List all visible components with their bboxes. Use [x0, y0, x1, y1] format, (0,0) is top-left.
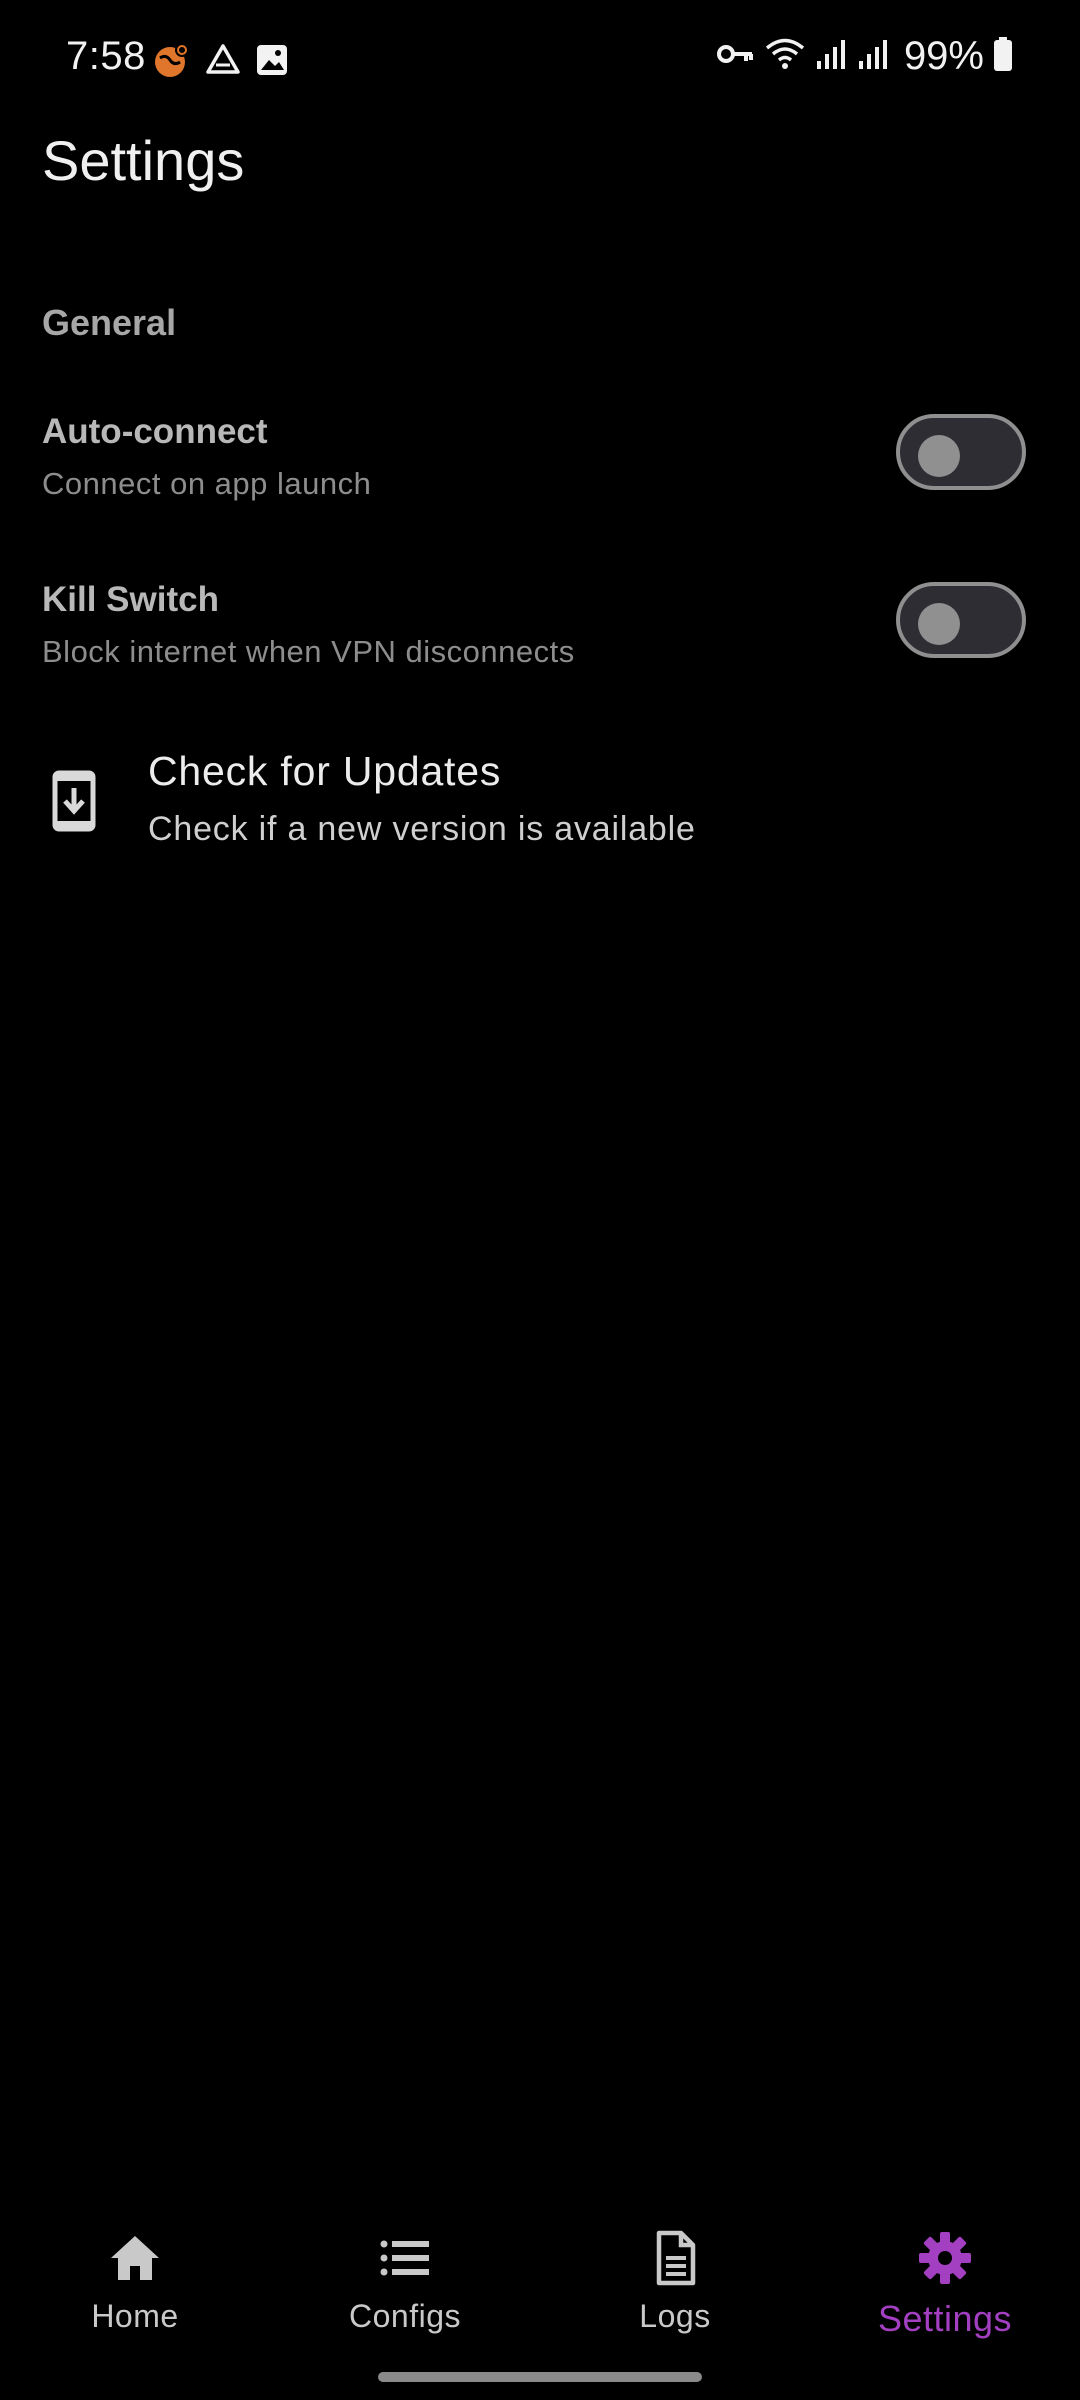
- wifi-icon: [764, 36, 806, 77]
- section-header-general: General: [42, 302, 177, 343]
- list-icon: [377, 2230, 433, 2286]
- auto-connect-toggle[interactable]: [896, 414, 1026, 490]
- status-left-icons: [152, 40, 290, 85]
- signal-icon: [856, 37, 890, 76]
- nav-item-configs[interactable]: Configs: [305, 2230, 505, 2360]
- nav-item-settings[interactable]: Settings: [845, 2230, 1045, 2360]
- page-title: Settings: [42, 129, 245, 192]
- vpn-key-icon: [716, 40, 756, 73]
- bottom-navigation: Home Configs Logs Settings: [0, 2200, 1080, 2400]
- status-time: 7:58: [66, 34, 146, 78]
- update-subtitle: Check if a new version is available: [148, 810, 696, 848]
- signal-icon: [814, 37, 848, 76]
- nav-label: Configs: [349, 2298, 461, 2334]
- toggle-knob: [918, 435, 960, 477]
- gear-icon: [917, 2230, 973, 2286]
- check-for-updates-item[interactable]: Check for Updates Check if a new version…: [0, 740, 1080, 870]
- document-icon: [647, 2230, 703, 2286]
- vpn-globe-icon: [152, 40, 192, 85]
- kill-switch-setting[interactable]: Kill Switch Block internet when VPN disc…: [0, 580, 1080, 730]
- setting-title: Auto-connect: [42, 412, 268, 451]
- settings-screen: 7:58 99% Settings General Auto-connect C…: [0, 0, 1080, 2400]
- update-title: Check for Updates: [148, 748, 502, 794]
- setting-title: Kill Switch: [42, 580, 219, 619]
- download-phone-icon: [52, 770, 96, 832]
- nav-label: Home: [91, 2298, 179, 2334]
- battery-icon: [992, 36, 1014, 77]
- nav-label: Logs: [639, 2298, 711, 2334]
- status-bar: 7:58 99%: [0, 0, 1080, 120]
- nav-item-logs[interactable]: Logs: [575, 2230, 775, 2360]
- nav-label: Settings: [877, 2298, 1013, 2339]
- auto-connect-setting[interactable]: Auto-connect Connect on app launch: [0, 412, 1080, 562]
- gallery-icon: [254, 42, 290, 83]
- drive-icon: [204, 41, 242, 84]
- status-right-icons: 99%: [716, 34, 1014, 79]
- setting-subtitle: Block internet when VPN disconnects: [42, 634, 575, 669]
- setting-subtitle: Connect on app launch: [42, 466, 372, 501]
- home-indicator[interactable]: [378, 2372, 702, 2382]
- toggle-knob: [918, 603, 960, 645]
- nav-item-home[interactable]: Home: [35, 2230, 235, 2360]
- kill-switch-toggle[interactable]: [896, 582, 1026, 658]
- battery-percent: 99%: [903, 34, 984, 78]
- home-icon: [107, 2230, 163, 2286]
